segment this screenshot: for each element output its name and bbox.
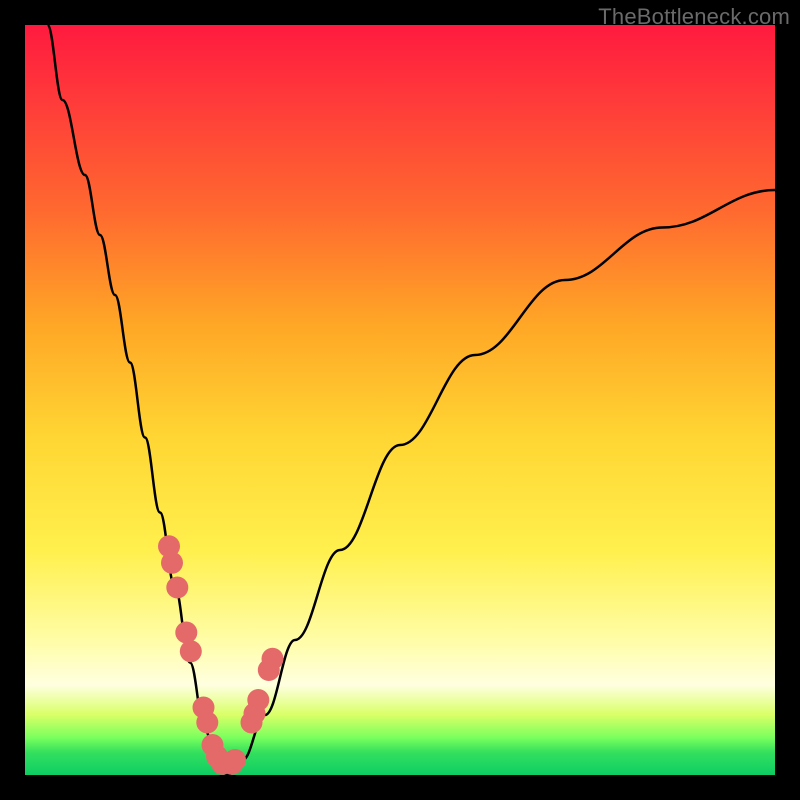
marker-dot — [166, 577, 188, 599]
curve-path — [48, 25, 776, 775]
plot-area — [25, 25, 775, 775]
marker-dot — [196, 712, 218, 734]
watermark-text: TheBottleneck.com — [598, 4, 790, 30]
marker-dot — [161, 552, 183, 574]
marker-dot — [262, 648, 284, 670]
marker-dot — [247, 689, 269, 711]
marker-dot — [175, 622, 197, 644]
marker-dot — [224, 749, 246, 771]
marker-dot — [180, 640, 202, 662]
bottleneck-curve — [25, 25, 775, 775]
chart-container: TheBottleneck.com — [0, 0, 800, 800]
